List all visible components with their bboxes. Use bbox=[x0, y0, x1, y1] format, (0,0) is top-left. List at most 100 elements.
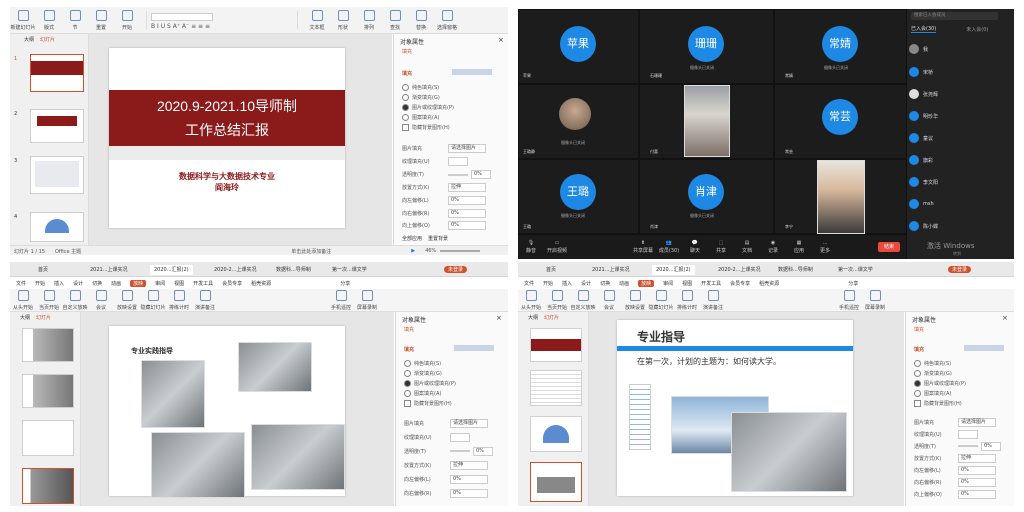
transparency-slider[interactable] bbox=[450, 450, 470, 452]
offset-left-input[interactable]: 0% bbox=[958, 465, 996, 475]
from-current-button[interactable]: 当页开始 bbox=[544, 289, 570, 311]
slide-photo-2[interactable] bbox=[731, 412, 847, 492]
ribbon-tab-home[interactable]: 开始 bbox=[35, 280, 45, 287]
pane-sub-tab[interactable]: 填充 bbox=[404, 326, 414, 333]
slide-photo-3[interactable] bbox=[151, 432, 245, 498]
apps-button[interactable]: ▦ 应用 bbox=[786, 240, 812, 254]
ribbon-tab-home[interactable]: 开始 bbox=[543, 280, 553, 287]
tab-outline[interactable]: 大纲 bbox=[24, 36, 34, 43]
transparency-slider[interactable] bbox=[448, 173, 468, 176]
custom-show-button[interactable]: 自定义放映 bbox=[62, 289, 88, 311]
rehearse-button[interactable]: 排练计时 bbox=[166, 289, 192, 311]
fill-option-gradient[interactable]: 渐变填充(G) bbox=[914, 368, 1012, 378]
mute-button[interactable]: 🎙 静音 bbox=[518, 240, 544, 254]
offset-right-input[interactable]: 0% bbox=[958, 477, 996, 487]
show-settings-button[interactable]: 放映设置 bbox=[114, 289, 140, 311]
ribbon-tab-slideshow[interactable]: 放映 bbox=[130, 279, 147, 287]
offset-left-input[interactable]: 0% bbox=[450, 474, 488, 484]
fill-option-picture[interactable]: 图片或纹理填充(P) bbox=[404, 378, 504, 388]
tab-outline[interactable]: 大纲 bbox=[20, 314, 30, 321]
share-button[interactable]: 分享 bbox=[848, 280, 858, 287]
custom-show-button[interactable]: 自定义放映 bbox=[570, 289, 596, 311]
tab-slides[interactable]: 幻灯片 bbox=[36, 314, 51, 321]
transparency-slider[interactable] bbox=[958, 445, 978, 447]
share-screen-button[interactable]: ⬆ 共享屏幕 bbox=[630, 240, 656, 254]
offset-up-input[interactable]: 0% bbox=[448, 221, 486, 230]
video-tile-7[interactable]: 王璐 摄像头已关闭 王璐 bbox=[519, 160, 638, 233]
slide-thumb[interactable] bbox=[22, 420, 74, 456]
from-start-button[interactable]: 从头开始 bbox=[518, 289, 544, 311]
pane-sub-tab[interactable]: 填充 bbox=[914, 326, 924, 333]
ribbon-tab-design[interactable]: 设计 bbox=[73, 280, 83, 287]
ribbon-tab-member[interactable]: 会员专享 bbox=[222, 280, 242, 287]
tab-home[interactable]: 首页 bbox=[34, 265, 52, 275]
fill-option-solid[interactable]: 纯色填充(S) bbox=[404, 358, 504, 368]
member-row[interactable]: 旗彩 bbox=[909, 153, 933, 167]
placement-select[interactable]: 拉伸 bbox=[448, 183, 486, 192]
share-button[interactable]: ⬚ 共享 bbox=[708, 240, 734, 254]
video-tile-9[interactable]: 李宁 bbox=[775, 160, 906, 234]
slide-thumb-selected[interactable] bbox=[22, 468, 74, 504]
ribbon-tab-transition[interactable]: 切换 bbox=[600, 280, 610, 287]
member-row[interactable]: 陈小蝶 bbox=[909, 219, 938, 233]
texture-fill-select[interactable] bbox=[450, 432, 470, 442]
tab-doc-3[interactable]: 2020-2...上课实况 bbox=[210, 265, 260, 275]
ribbon-tab-docer[interactable]: 稻壳资源 bbox=[251, 280, 271, 287]
screen-record-button[interactable]: 屏幕录制 bbox=[862, 289, 888, 311]
ribbon-tab-design[interactable]: 设计 bbox=[581, 280, 591, 287]
video-button[interactable]: ▭ 开启视频 bbox=[544, 240, 570, 254]
slide-author[interactable]: 阎海玲 bbox=[109, 182, 345, 193]
tab-not-joined[interactable]: 未入会(0) bbox=[966, 26, 988, 33]
ribbon-tab-file[interactable]: 文件 bbox=[16, 280, 26, 287]
member-search-input[interactable]: 搜索已入会成员 bbox=[911, 12, 998, 20]
fill-option-pattern[interactable]: 图案填充(A) bbox=[914, 388, 1012, 398]
video-tile-3[interactable]: 常婧 摄像头已关闭 常婧 bbox=[775, 10, 906, 83]
font-name-select[interactable] bbox=[151, 13, 213, 21]
zoom-level[interactable]: 46% bbox=[425, 248, 436, 254]
font-format-group[interactable]: B I U S A⁺ A⁻ ≡ ≡ ≡ bbox=[146, 11, 298, 30]
reset-background-button[interactable]: 重置背景 bbox=[428, 235, 448, 242]
tab-home[interactable]: 首页 bbox=[542, 265, 560, 275]
ribbon-tab-view[interactable]: 视图 bbox=[682, 280, 692, 287]
hide-background-checkbox[interactable]: 隐藏背景图形(H) bbox=[914, 398, 1012, 408]
slide-thumb[interactable] bbox=[530, 370, 582, 406]
slide-thumb[interactable] bbox=[22, 374, 74, 408]
start-button[interactable]: 开始 bbox=[114, 9, 140, 31]
transparency-input[interactable]: 0% bbox=[981, 441, 1001, 451]
slide-thumb[interactable] bbox=[530, 328, 582, 362]
transparency-input[interactable]: 0% bbox=[471, 170, 491, 179]
video-tile-1[interactable]: 苹果 苹果 bbox=[519, 10, 638, 83]
placement-select[interactable]: 拉伸 bbox=[450, 460, 488, 470]
ribbon-tab-docer[interactable]: 稻壳资源 bbox=[759, 280, 779, 287]
video-tile-5[interactable]: 付喜 bbox=[640, 85, 773, 158]
slide-thumb-1[interactable] bbox=[30, 54, 84, 92]
slide-photo-2[interactable] bbox=[238, 342, 312, 392]
new-slide-button[interactable]: 新建幻灯片 bbox=[10, 9, 36, 31]
ribbon-tab-slideshow[interactable]: 放映 bbox=[638, 279, 655, 287]
tab-slides[interactable]: 幻灯片 bbox=[40, 36, 55, 43]
format-icons[interactable]: B I U S A⁺ A⁻ ≡ ≡ ≡ bbox=[151, 23, 297, 30]
member-row[interactable]: 宋桥 bbox=[909, 65, 933, 79]
meeting-button[interactable]: 会议 bbox=[596, 289, 622, 311]
section-button[interactable]: 节 bbox=[62, 9, 88, 31]
ribbon-tab-animation[interactable]: 动画 bbox=[619, 280, 629, 287]
shape-button[interactable]: 形状 bbox=[330, 9, 356, 31]
slide-thumb-2[interactable] bbox=[30, 109, 84, 143]
slide-major[interactable]: 数据科学与大数据技术专业 bbox=[109, 171, 345, 182]
ribbon-tab-review[interactable]: 审阅 bbox=[155, 280, 165, 287]
placement-select[interactable]: 拉伸 bbox=[958, 453, 996, 463]
tab-doc-2[interactable]: 2020...汇报(2) bbox=[150, 265, 193, 275]
hide-slide-button[interactable]: 隐藏幻灯片 bbox=[140, 289, 166, 311]
video-tile-6[interactable]: 常芸 常芸 bbox=[775, 85, 906, 158]
offset-right-input[interactable]: 0% bbox=[448, 209, 486, 218]
ribbon-tab-insert[interactable]: 插入 bbox=[562, 280, 572, 287]
replace-button[interactable]: 替换 bbox=[408, 9, 434, 31]
slide-photo-1[interactable] bbox=[141, 360, 205, 428]
share-button[interactable]: 分享 bbox=[340, 280, 350, 287]
close-icon[interactable]: × bbox=[496, 314, 502, 322]
member-row[interactable]: 李文阳 bbox=[909, 175, 938, 189]
ribbon-tab-dev[interactable]: 开发工具 bbox=[193, 280, 213, 287]
rehearse-button[interactable]: 排练计时 bbox=[674, 289, 700, 311]
member-row[interactable]: 张尧辉 bbox=[909, 87, 938, 101]
slide-thumb[interactable] bbox=[530, 416, 582, 452]
